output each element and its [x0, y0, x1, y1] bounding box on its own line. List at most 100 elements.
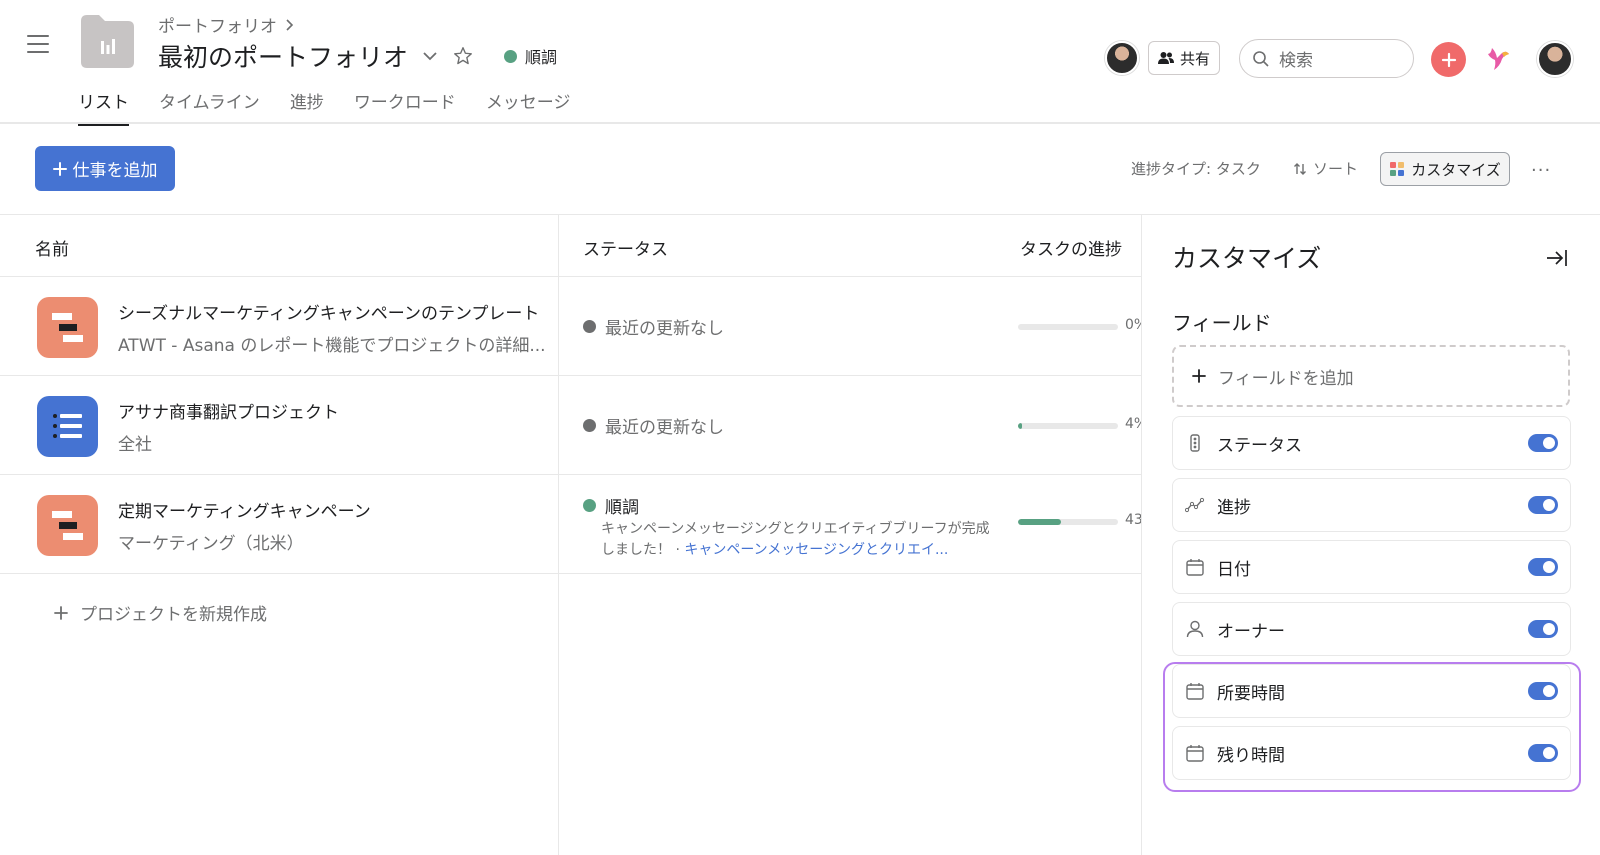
new-project-button[interactable]: プロジェクトを新規作成 — [54, 600, 267, 625]
field-toggle[interactable] — [1528, 744, 1558, 762]
field-item-duration[interactable]: 所要時間 — [1172, 664, 1571, 718]
status-message-link[interactable]: キャンペーンメッセージングとクリエイ... — [684, 542, 948, 558]
column-header-name[interactable]: 名前 — [35, 235, 69, 260]
field-item-owner[interactable]: オーナー — [1172, 602, 1571, 656]
project-name[interactable]: シーズナルマーケティングキャンペーンのテンプレート — [118, 299, 539, 324]
project-subtitle: 全社 — [118, 435, 152, 455]
calendar-icon — [1186, 683, 1204, 700]
calendar-icon — [1186, 559, 1204, 576]
plus-icon — [1192, 369, 1206, 383]
project-subtitle: マーケティング（北米） — [118, 534, 304, 554]
project-name[interactable]: 定期マーケティングキャンペーン — [118, 497, 371, 522]
field-item-remaining-time[interactable]: 残り時間 — [1172, 726, 1571, 780]
progress-bar — [1018, 519, 1118, 525]
add-work-label: 仕事を追加 — [72, 161, 158, 181]
tab-timeline[interactable]: タイムライン — [159, 88, 260, 125]
status-dot-icon — [583, 499, 596, 512]
person-icon — [1186, 620, 1204, 638]
star-icon[interactable] — [452, 45, 474, 67]
tab-messages[interactable]: メッセージ — [486, 88, 571, 125]
field-toggle[interactable] — [1528, 620, 1558, 638]
add-field-label: フィールドを追加 — [1218, 368, 1354, 389]
plus-icon — [54, 605, 68, 620]
chevron-down-icon[interactable] — [420, 46, 440, 66]
calendar-icon — [1186, 745, 1204, 762]
customize-panel: カスタマイズ フィールド フィールドを追加 ステータス 進捗 日付 オーナー 所… — [1141, 214, 1600, 855]
field-item-status[interactable]: ステータス — [1172, 416, 1571, 470]
sort-button[interactable]: ソート — [1293, 158, 1358, 179]
project-subtitle: ATWT - Asana のレポート機能でプロジェクトの詳細... — [118, 336, 546, 356]
traffic-light-icon — [1190, 434, 1200, 452]
field-item-date[interactable]: 日付 — [1172, 540, 1571, 594]
search-placeholder: 検索 — [1279, 51, 1313, 71]
plus-icon — [52, 161, 67, 176]
status-label: 順調 — [525, 48, 558, 67]
share-label: 共有 — [1179, 49, 1210, 68]
progress-type-selector[interactable]: 進捗タイプ: タスク — [1131, 158, 1261, 179]
field-label: 進捗 — [1217, 497, 1251, 518]
progress-bar — [1018, 423, 1118, 429]
timeline-icon — [37, 297, 98, 358]
progress-bar — [1018, 324, 1118, 330]
row-divider — [0, 573, 1141, 574]
portfolio-table: 名前 ステータス タスクの進捗 シーズナルマーケティングキャンペーンのテンプレー… — [0, 214, 1147, 855]
member-avatar[interactable] — [1105, 41, 1139, 75]
share-button[interactable]: 共有 — [1148, 41, 1220, 75]
status-cell[interactable]: 順調 — [583, 493, 639, 518]
timeline-icon — [37, 495, 98, 556]
table-row[interactable]: シーズナルマーケティングキャンペーンのテンプレート ATWT - Asana の… — [0, 276, 1147, 375]
breadcrumb[interactable]: ポートフォリオ — [158, 12, 295, 37]
table-row[interactable]: アサナ商事翻訳プロジェクト 全社 最近の更新なし 4% — [0, 375, 1147, 474]
chevron-right-icon — [286, 18, 294, 31]
ai-assistant-icon[interactable] — [1482, 42, 1516, 76]
status-cell[interactable]: 最近の更新なし — [583, 314, 724, 339]
tab-progress[interactable]: 進捗 — [290, 88, 324, 125]
field-toggle[interactable] — [1528, 682, 1558, 700]
new-project-label: プロジェクトを新規作成 — [80, 605, 267, 625]
column-header-status[interactable]: ステータス — [583, 235, 668, 260]
list-icon — [37, 396, 98, 457]
status-badge[interactable]: 順調 — [504, 44, 557, 68]
column-header-task-progress[interactable]: タスクの進捗 — [1020, 235, 1122, 260]
fields-heading: フィールド — [1172, 311, 1272, 335]
status-text: 最近の更新なし — [605, 418, 724, 438]
field-label: 所要時間 — [1217, 683, 1285, 704]
status-cell[interactable]: 最近の更新なし — [583, 413, 724, 438]
progress-icon — [1185, 497, 1205, 513]
status-text: 順調 — [605, 498, 639, 518]
portfolio-folder-icon — [81, 15, 134, 68]
customize-icon — [1390, 162, 1405, 176]
create-button[interactable] — [1431, 42, 1466, 77]
view-tabs: リスト タイムライン 進捗 ワークロード メッセージ — [78, 88, 571, 126]
status-message: キャンペーンメッセージングとクリエイティブブリーフが完成しました！ · キャンペ… — [601, 519, 1001, 561]
table-row[interactable]: 定期マーケティングキャンペーン マーケティング（北米） 順調 キャンペーンメッセ… — [0, 474, 1143, 573]
add-field-button[interactable]: フィールドを追加 — [1172, 345, 1570, 407]
people-icon — [1157, 52, 1174, 64]
tab-list[interactable]: リスト — [78, 88, 129, 126]
tab-workload[interactable]: ワークロード — [354, 88, 456, 125]
sort-icon — [1294, 162, 1306, 175]
field-label: オーナー — [1217, 621, 1285, 642]
customize-button[interactable]: カスタマイズ — [1380, 152, 1510, 186]
search-input[interactable]: 検索 — [1239, 39, 1414, 78]
status-dot-icon — [504, 49, 518, 63]
status-dot-icon — [583, 419, 596, 432]
field-toggle[interactable] — [1528, 496, 1558, 514]
status-text: 最近の更新なし — [605, 319, 724, 339]
plus-icon — [1441, 52, 1456, 67]
add-work-button[interactable]: 仕事を追加 — [35, 146, 175, 191]
collapse-panel-icon[interactable] — [1545, 248, 1569, 268]
field-item-progress[interactable]: 進捗 — [1172, 478, 1571, 532]
field-label: ステータス — [1217, 435, 1302, 456]
more-options-icon[interactable]: ··· — [1531, 160, 1551, 181]
field-toggle[interactable] — [1528, 434, 1558, 452]
hamburger-menu-icon[interactable] — [27, 35, 49, 53]
page-title: 最初のポートフォリオ — [158, 43, 409, 72]
progress-type-label: 進捗タイプ: タスク — [1131, 160, 1261, 178]
status-dot-icon — [583, 320, 596, 333]
field-toggle[interactable] — [1528, 558, 1558, 576]
breadcrumb-label[interactable]: ポートフォリオ — [158, 12, 277, 37]
user-avatar[interactable] — [1537, 41, 1573, 77]
field-label: 残り時間 — [1217, 745, 1285, 766]
project-name[interactable]: アサナ商事翻訳プロジェクト — [118, 398, 339, 423]
